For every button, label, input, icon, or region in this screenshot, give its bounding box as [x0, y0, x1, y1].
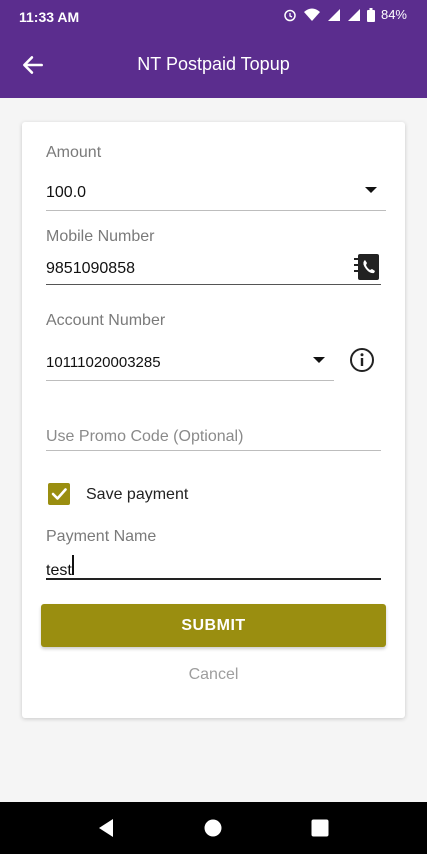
- caret-down-icon: [313, 357, 325, 363]
- topup-form-card: Amount 100.0 Mobile Number 9851090858 Ac…: [22, 122, 405, 718]
- save-payment-label: Save payment: [86, 486, 189, 503]
- payment-name-value: test: [46, 562, 72, 579]
- account-number-label: Account Number: [46, 312, 166, 329]
- text-cursor: [71, 555, 74, 575]
- payment-name-label: Payment Name: [46, 528, 157, 545]
- battery-icon: [366, 7, 375, 22]
- page-title: NT Postpaid Topup: [137, 54, 290, 74]
- promo-code-underline: [46, 450, 381, 451]
- cancel-button[interactable]: Cancel: [22, 666, 405, 684]
- wifi-icon: [303, 8, 320, 21]
- status-bar: 11:33 AM 84%: [0, 0, 427, 33]
- caret-down-icon: [365, 187, 377, 193]
- payment-name-underline: [46, 578, 381, 580]
- home-circle-icon[interactable]: [204, 819, 222, 837]
- payment-name-input[interactable]: test: [46, 554, 381, 580]
- recents-square-icon[interactable]: [311, 819, 329, 837]
- alarm-icon: [284, 9, 296, 21]
- submit-button[interactable]: SUBMIT: [41, 604, 386, 647]
- amount-dropdown[interactable]: 100.0: [46, 178, 386, 211]
- promo-code-input[interactable]: Use Promo Code (Optional): [46, 428, 243, 446]
- check-icon: [51, 488, 67, 500]
- mobile-number-field[interactable]: 9851090858: [46, 260, 135, 278]
- signal-icon: [327, 8, 340, 21]
- mobile-number-underline: [46, 284, 381, 285]
- contact-phone-icon[interactable]: [354, 253, 380, 281]
- signal-icon-2: [347, 8, 360, 21]
- status-time: 11:33 AM: [19, 9, 80, 25]
- amount-label: Amount: [46, 144, 102, 161]
- amount-underline: [46, 210, 386, 211]
- app-bar: NT Postpaid Topup: [0, 33, 427, 98]
- account-number-value: 10111020003285: [46, 354, 161, 371]
- save-payment-checkbox[interactable]: [48, 483, 70, 505]
- system-nav-bar: [0, 802, 427, 854]
- status-icons: 84%: [283, 7, 407, 22]
- amount-value: 100.0: [46, 184, 87, 201]
- battery-percent: 84%: [380, 7, 407, 22]
- info-icon[interactable]: [349, 347, 375, 373]
- account-number-underline: [46, 380, 334, 381]
- mobile-number-label: Mobile Number: [46, 228, 155, 245]
- back-triangle-icon[interactable]: [96, 818, 116, 838]
- account-number-dropdown[interactable]: 10111020003285: [46, 348, 334, 381]
